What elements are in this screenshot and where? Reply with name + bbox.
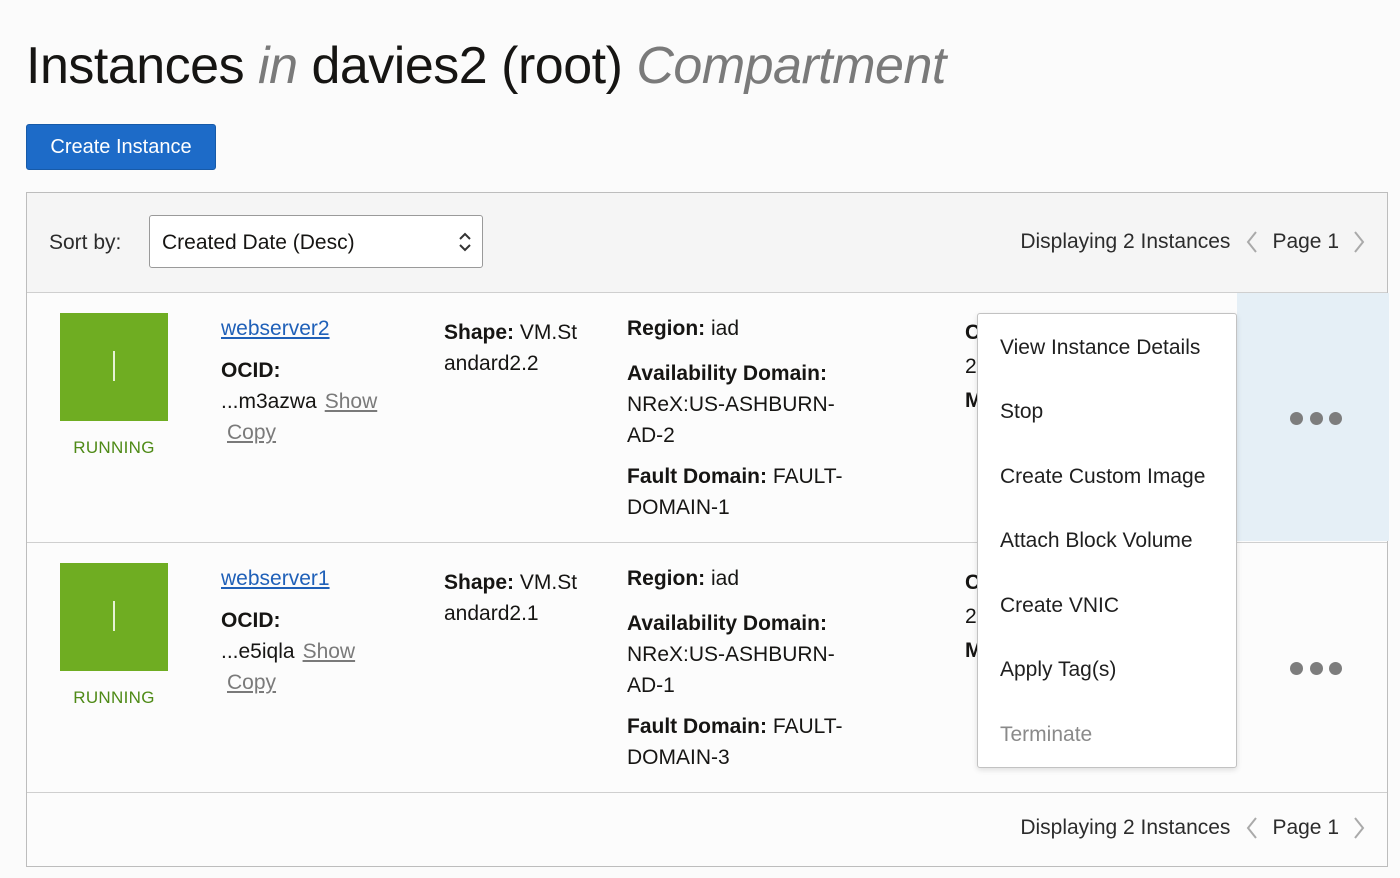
fault-domain-field: Fault Domain: FAULT-DOMAIN-1 <box>627 461 867 523</box>
ocid-show-link[interactable]: Show <box>325 390 378 413</box>
ocid-value-line: ...e5iqla Show <box>221 640 355 664</box>
create-instance-button[interactable]: Create Instance <box>26 124 216 170</box>
shape-field: Shape: VM.St andard2.2 <box>444 317 594 379</box>
fault-domain-label: Fault Domain: <box>627 465 767 488</box>
title-compartment-word: Compartment <box>636 37 946 95</box>
menu-item-apply-tags[interactable]: Apply Tag(s) <box>1000 658 1116 682</box>
ocid-show-link[interactable]: Show <box>303 640 356 663</box>
title-main: Instances <box>26 37 245 95</box>
ocid-label: OCID: <box>221 609 281 632</box>
availability-domain-label: Availability Domain: <box>627 612 827 635</box>
sort-select[interactable]: Created Date (Desc) <box>149 215 483 268</box>
chevron-right-icon[interactable] <box>1351 815 1367 841</box>
instance-status: RUNNING <box>73 438 155 457</box>
instance-count: Displaying 2 Instances <box>1020 230 1231 253</box>
page-title: Instances in davies2 (root) Compartment <box>26 36 946 96</box>
ocid-value-line: ...m3azwa Show <box>221 390 377 414</box>
more-actions-icon[interactable] <box>1290 408 1342 428</box>
region-label: Region: <box>627 317 706 340</box>
instance-status: RUNNING <box>73 688 155 707</box>
menu-item-stop[interactable]: Stop <box>1000 400 1043 424</box>
availability-domain-value: NReX:US-ASHBURN-AD-1 <box>627 643 835 697</box>
ocid-label: OCID: <box>221 359 281 382</box>
shape-label: Shape: <box>444 321 515 344</box>
page-number: Page 1 <box>1272 230 1339 253</box>
availability-domain-label: Availability Domain: <box>627 362 827 385</box>
menu-item-create-custom-image[interactable]: Create Custom Image <box>1000 465 1205 489</box>
chevron-right-icon[interactable] <box>1351 229 1367 255</box>
more-actions-icon[interactable] <box>1290 658 1342 678</box>
menu-item-create-vnic[interactable]: Create VNIC <box>1000 594 1119 618</box>
menu-item-attach-block-volume[interactable]: Attach Block Volume <box>1000 529 1193 553</box>
ocid-value: ...e5iqla <box>221 640 295 663</box>
region-field: Region: iad <box>627 567 739 591</box>
availability-domain-field: Availability Domain: NReX:US-ASHBURN-AD-… <box>627 358 867 451</box>
pagination-top: Displaying 2 Instances Page 1 <box>1020 229 1367 255</box>
availability-domain-value: NReX:US-ASHBURN-AD-2 <box>627 393 835 447</box>
menu-item-terminate[interactable]: Terminate <box>1000 723 1092 747</box>
pagination-bottom: Displaying 2 Instances Page 1 <box>1020 815 1367 841</box>
instance-count: Displaying 2 Instances <box>1020 816 1231 839</box>
ocid-copy-link[interactable]: Copy <box>227 671 276 695</box>
menu-item-view-details[interactable]: View Instance Details <box>1000 336 1200 360</box>
instance-name-link[interactable]: webserver2 <box>221 317 330 341</box>
region-value: iad <box>711 567 740 590</box>
title-in: in <box>258 37 298 95</box>
instance-status-icon <box>60 563 168 671</box>
fault-domain-label: Fault Domain: <box>627 715 767 738</box>
region-value: iad <box>711 317 740 340</box>
shape-field: Shape: VM.St andard2.1 <box>444 567 594 629</box>
availability-domain-field: Availability Domain: NReX:US-ASHBURN-AD-… <box>627 608 867 701</box>
ocid-copy-link[interactable]: Copy <box>227 421 276 445</box>
region-field: Region: iad <box>627 317 739 341</box>
page-number: Page 1 <box>1272 816 1339 839</box>
instance-status-icon <box>60 313 168 421</box>
fault-domain-field: Fault Domain: FAULT-DOMAIN-3 <box>627 711 867 773</box>
list-toolbar: Sort by: Created Date (Desc) Displaying … <box>27 193 1387 293</box>
region-label: Region: <box>627 567 706 590</box>
instance-name-link[interactable]: webserver1 <box>221 567 330 591</box>
sort-label: Sort by: <box>49 231 122 254</box>
title-compartment-name: davies2 (root) <box>311 37 623 95</box>
chevron-left-icon[interactable] <box>1244 815 1260 841</box>
sort-select-value: Created Date (Desc) <box>162 231 355 254</box>
chevron-left-icon[interactable] <box>1244 229 1260 255</box>
ocid-value: ...m3azwa <box>221 390 317 413</box>
shape-label: Shape: <box>444 571 515 594</box>
select-updown-icon <box>459 232 471 252</box>
instance-actions-menu: View Instance Details Stop Create Custom… <box>977 313 1237 768</box>
